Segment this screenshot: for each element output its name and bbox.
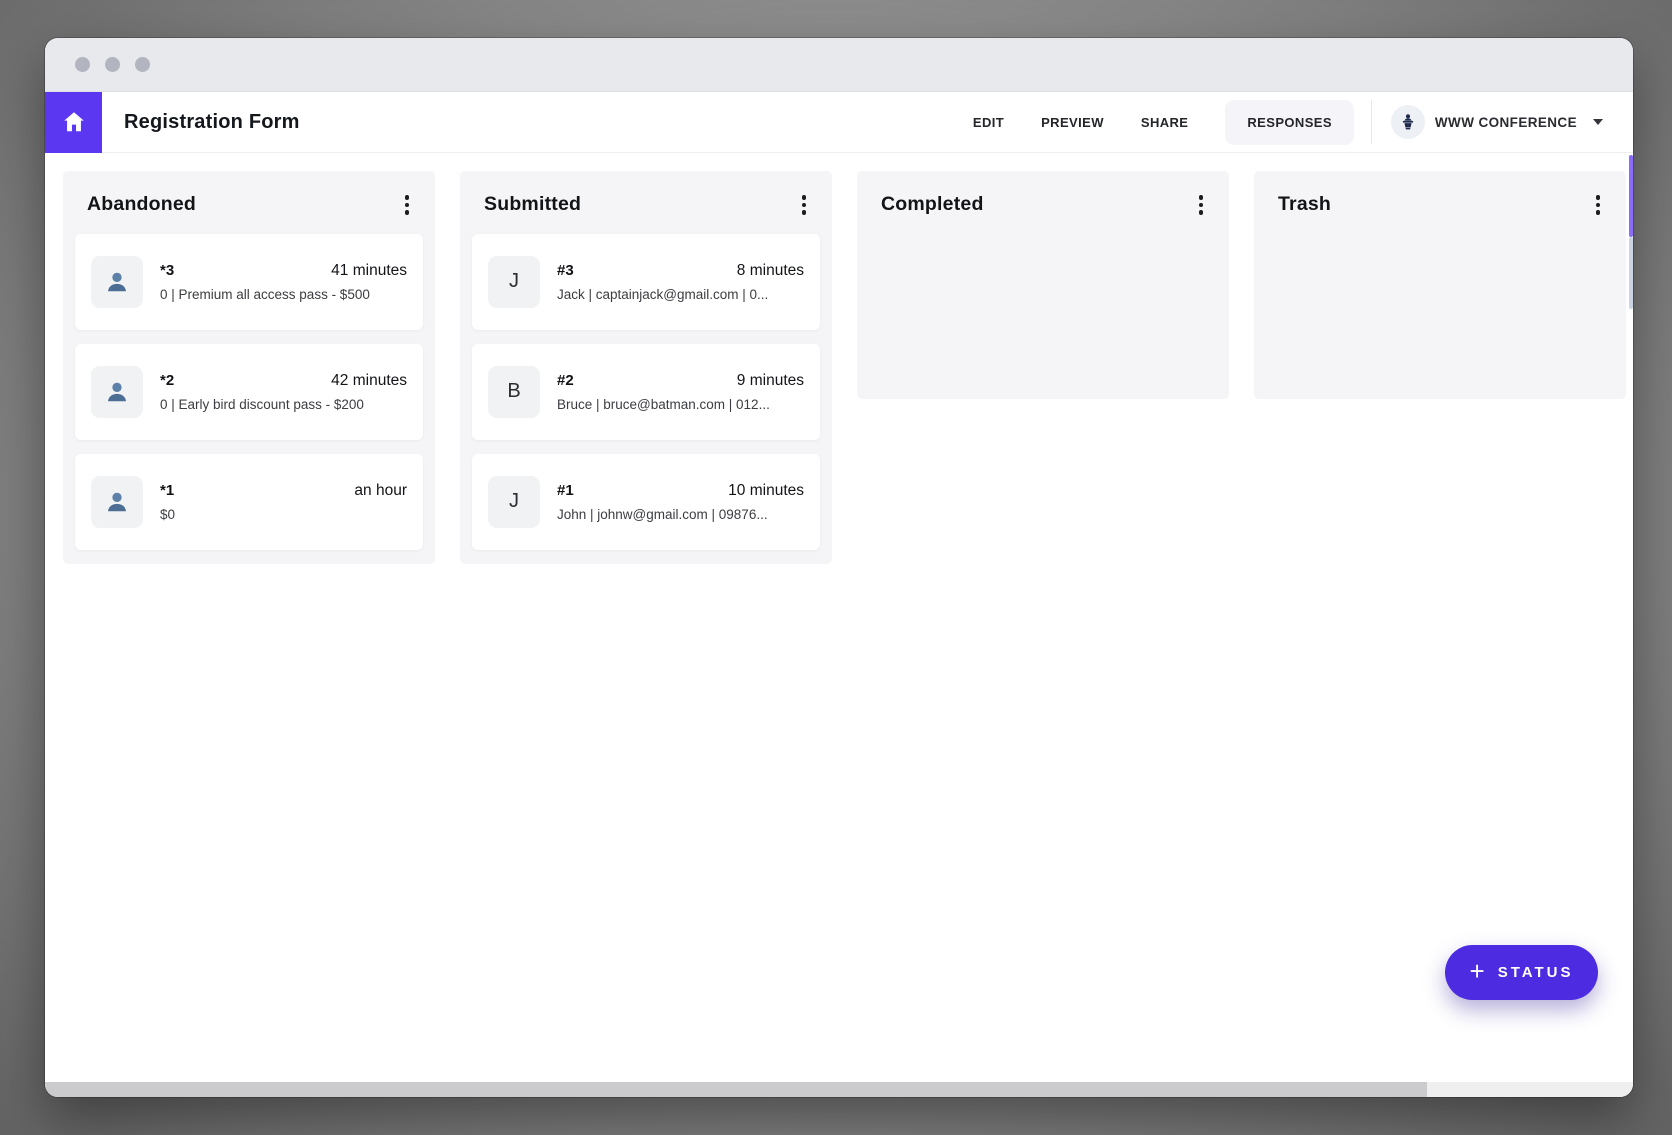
response-id: #3 xyxy=(557,262,574,279)
plus-icon: + xyxy=(1470,958,1485,984)
response-summary: Bruce | bruce@batman.com | 012... xyxy=(557,397,804,412)
card-body: *2 42 minutes 0 | Early bird discount pass… xyxy=(160,372,407,412)
window-control-dot[interactable] xyxy=(105,57,120,72)
response-time: 42 minutes xyxy=(331,372,407,390)
response-summary: 0 | Premium all access pass - $500 xyxy=(160,287,407,302)
response-card[interactable]: J #3 8 minutes Jack | captainjack@gmail.com… xyxy=(472,234,820,330)
response-id: *2 xyxy=(160,372,174,389)
column-title: Abandoned xyxy=(87,193,196,216)
avatar xyxy=(91,476,143,528)
card-body: *1 an hour $0 xyxy=(160,482,407,522)
home-icon xyxy=(61,109,87,135)
response-card[interactable]: *3 41 minutes 0 | Premium all access pass … xyxy=(75,234,423,330)
avatar-letter: B xyxy=(488,366,540,418)
card-body: *3 41 minutes 0 | Premium all access pass … xyxy=(160,262,407,302)
workspace-selector[interactable]: WWW CONFERENCE xyxy=(1391,105,1603,139)
add-status-button[interactable]: + STATUS xyxy=(1445,945,1598,1000)
response-time: an hour xyxy=(354,482,407,500)
kebab-menu-icon[interactable] xyxy=(1193,192,1210,218)
board-column-completed: Completed xyxy=(857,171,1229,399)
column-title: Trash xyxy=(1278,193,1331,216)
board-column-submitted: Submitted J #3 8 minutes Jack | captainjack… xyxy=(460,171,832,564)
app-header: Registration Form EDIT PREVIEW SHARE RES… xyxy=(45,92,1633,153)
card-list: J #3 8 minutes Jack | captainjack@gmail.com… xyxy=(472,234,820,550)
avatar-letter: J xyxy=(488,476,540,528)
person-icon xyxy=(102,377,132,407)
response-card[interactable]: B #2 9 minutes Bruce | bruce@batman.com | 0… xyxy=(472,344,820,440)
response-summary: $0 xyxy=(160,507,407,522)
nav-divider xyxy=(1371,100,1372,144)
card-list: *3 41 minutes 0 | Premium all access pass … xyxy=(75,234,423,550)
column-title: Completed xyxy=(881,193,984,216)
header-nav: EDIT PREVIEW SHARE RESPONSES WWW CONFERE… xyxy=(973,100,1603,145)
chevron-down-icon xyxy=(1593,119,1603,125)
app-window: Registration Form EDIT PREVIEW SHARE RES… xyxy=(45,38,1633,1097)
response-card[interactable]: *1 an hour $0 xyxy=(75,454,423,550)
response-time: 9 minutes xyxy=(737,372,804,390)
avatar-letter: J xyxy=(488,256,540,308)
vertical-scrollbar-thumb[interactable] xyxy=(1629,155,1633,237)
avatar xyxy=(91,366,143,418)
page-title: Registration Form xyxy=(124,111,300,134)
card-body: #3 8 minutes Jack | captainjack@gmail.com … xyxy=(557,262,804,302)
kebab-menu-icon[interactable] xyxy=(796,192,813,218)
response-time: 8 minutes xyxy=(737,262,804,280)
avatar xyxy=(91,256,143,308)
response-card[interactable]: *2 42 minutes 0 | Early bird discount pass… xyxy=(75,344,423,440)
vertical-scrollbar-track[interactable] xyxy=(1629,237,1633,309)
person-icon xyxy=(102,487,132,517)
person-icon xyxy=(102,267,132,297)
response-summary: 0 | Early bird discount pass - $200 xyxy=(160,397,407,412)
conference-speaker-icon xyxy=(1391,105,1425,139)
horizontal-scrollbar[interactable] xyxy=(45,1082,1633,1097)
response-time: 41 minutes xyxy=(331,262,407,280)
response-summary: John | johnw@gmail.com | 09876... xyxy=(557,507,804,522)
board-column-abandoned: Abandoned *3 41 minutes 0 | Premium all ac… xyxy=(63,171,435,564)
response-card[interactable]: J #1 10 minutes John | johnw@gmail.com | 09… xyxy=(472,454,820,550)
board-column-trash: Trash xyxy=(1254,171,1626,399)
response-id: #2 xyxy=(557,372,574,389)
tab-preview[interactable]: PREVIEW xyxy=(1041,115,1104,130)
add-status-label: STATUS xyxy=(1498,964,1574,981)
window-titlebar xyxy=(45,38,1633,92)
tab-responses[interactable]: RESPONSES xyxy=(1225,100,1354,145)
card-body: #1 10 minutes John | johnw@gmail.com | 098… xyxy=(557,482,804,522)
response-id: *3 xyxy=(160,262,174,279)
tab-edit[interactable]: EDIT xyxy=(973,115,1004,130)
response-summary: Jack | captainjack@gmail.com | 0... xyxy=(557,287,804,302)
column-title: Submitted xyxy=(484,193,581,216)
home-button[interactable] xyxy=(45,92,102,153)
window-control-dot[interactable] xyxy=(75,57,90,72)
window-control-dot[interactable] xyxy=(135,57,150,72)
response-time: 10 minutes xyxy=(728,482,804,500)
horizontal-scrollbar-thumb[interactable] xyxy=(45,1082,1427,1097)
responses-board: Abandoned *3 41 minutes 0 | Premium all ac… xyxy=(45,153,1633,1082)
response-id: *1 xyxy=(160,482,174,499)
response-id: #1 xyxy=(557,482,574,499)
tab-share[interactable]: SHARE xyxy=(1141,115,1189,130)
kebab-menu-icon[interactable] xyxy=(399,192,416,218)
kebab-menu-icon[interactable] xyxy=(1590,192,1607,218)
workspace-name: WWW CONFERENCE xyxy=(1435,115,1577,130)
card-body: #2 9 minutes Bruce | bruce@batman.com | 01… xyxy=(557,372,804,412)
